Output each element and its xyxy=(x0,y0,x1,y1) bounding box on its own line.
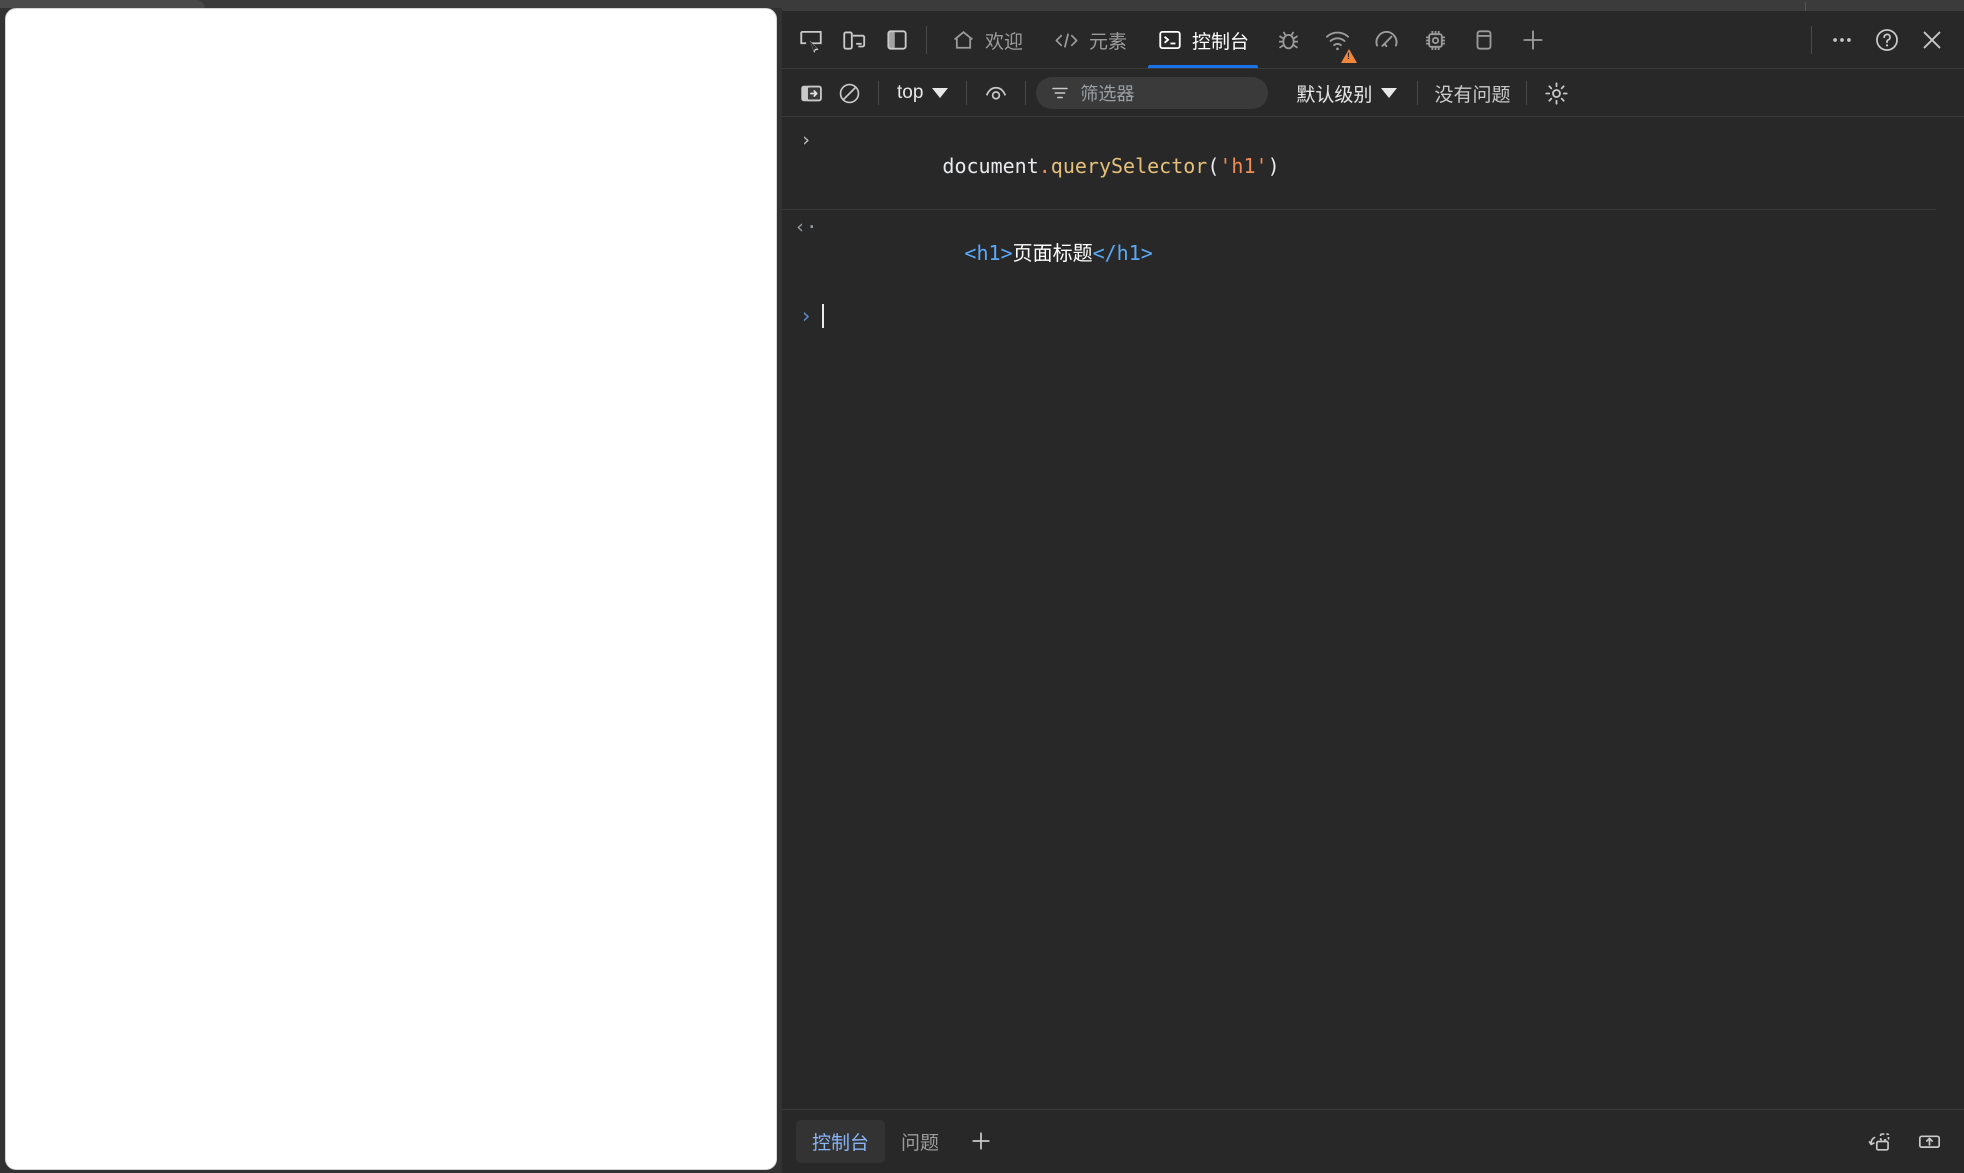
chevron-down-icon-level xyxy=(1381,88,1398,98)
execution-context-selector[interactable]: top xyxy=(889,78,956,108)
drawer-right-controls xyxy=(1858,1122,1950,1160)
token-close-paren: ) xyxy=(1267,154,1280,178)
settings-gear-icon[interactable] xyxy=(1537,76,1575,110)
code-brackets-icon xyxy=(1053,28,1080,53)
chevron-down-icon xyxy=(932,88,949,98)
devtools-tabs: 欢迎 元素 控制台 ! xyxy=(936,11,1558,69)
token-string: 'h1' xyxy=(1219,154,1268,178)
token-object: document xyxy=(942,154,1039,178)
console-prompt-row[interactable]: › xyxy=(782,297,1964,335)
toolbar-divider-4 xyxy=(1417,81,1419,105)
toolbar-divider-5 xyxy=(1526,81,1528,105)
console-input-row[interactable]: › document.querySelector('h1') xyxy=(782,123,1936,210)
token-open-tag: <h1> xyxy=(964,241,1013,265)
tabstrip-divider xyxy=(1805,2,1806,11)
console-filter-input[interactable]: 筛选器 xyxy=(1036,77,1269,109)
toolbar-divider-1 xyxy=(878,81,879,105)
devtools-left-controls xyxy=(782,11,917,69)
tab-welcome[interactable]: 欢迎 xyxy=(936,11,1038,69)
tab-performance[interactable] xyxy=(1362,11,1411,69)
header-divider-2 xyxy=(1811,26,1812,54)
chip-icon xyxy=(1422,27,1449,54)
console-input-text: document.querySelector('h1') xyxy=(822,127,1280,205)
bug-icon xyxy=(1275,27,1302,54)
tab-welcome-label: 欢迎 xyxy=(985,31,1024,53)
console-text-cursor xyxy=(822,304,824,328)
console-filter-placeholder: 筛选器 xyxy=(1080,84,1135,104)
tab-sources[interactable] xyxy=(1264,11,1313,69)
more-options-icon[interactable] xyxy=(1821,20,1862,61)
token-close-tag: </h1> xyxy=(1092,241,1153,265)
console-prompt-chevron: › xyxy=(799,304,813,328)
help-icon[interactable] xyxy=(1866,20,1907,61)
tab-console[interactable]: 控制台 xyxy=(1142,11,1264,69)
devtools-header: 欢迎 元素 控制台 ! xyxy=(782,11,1964,69)
restore-drawer-icon[interactable] xyxy=(1858,1122,1900,1160)
log-level-value: 默认级别 xyxy=(1296,84,1373,106)
toolbar-divider-3 xyxy=(1025,81,1027,105)
database-icon xyxy=(1471,27,1497,53)
console-output-row[interactable]: ‹· <h1>页面标题</h1> xyxy=(782,210,1936,297)
console-sidebar-toggle[interactable] xyxy=(792,76,830,110)
tab-console-label: 控制台 xyxy=(1192,31,1250,53)
filter-icon xyxy=(1050,83,1070,103)
network-warning-badge xyxy=(1341,49,1358,63)
home-icon xyxy=(951,28,976,53)
drawer-tab-console[interactable]: 控制台 xyxy=(796,1119,886,1163)
token-tag-content: 页面标题 xyxy=(1012,241,1093,265)
devtools-panel: 欢迎 元素 控制台 ! top 筛选器 默认级别 没有问题 › document… xyxy=(782,11,1964,1173)
tab-elements-label: 元素 xyxy=(1089,31,1128,53)
gauge-icon xyxy=(1373,27,1400,54)
drawer-tab-issues[interactable]: 问题 xyxy=(885,1120,955,1163)
token-method: querySelector xyxy=(1050,154,1208,178)
token-dot: . xyxy=(1038,154,1051,178)
tab-memory[interactable] xyxy=(1411,11,1460,69)
console-message-list[interactable]: › document.querySelector('h1') ‹· <h1>页面… xyxy=(782,117,1964,1109)
log-level-selector[interactable]: 默认级别 xyxy=(1286,76,1407,111)
tab-elements[interactable]: 元素 xyxy=(1038,11,1142,69)
toolbar-divider-2 xyxy=(966,81,968,105)
tab-application[interactable] xyxy=(1460,11,1508,69)
console-toolbar: top 筛选器 默认级别 没有问题 xyxy=(782,69,1964,117)
tab-network[interactable] xyxy=(1313,11,1362,69)
devtools-right-controls xyxy=(1821,11,1964,69)
console-output-text[interactable]: <h1>页面标题</h1> xyxy=(822,214,1153,292)
inspect-element-icon[interactable] xyxy=(790,20,831,61)
console-input-chevron: › xyxy=(800,129,812,151)
add-drawer-tab-icon[interactable] xyxy=(961,1123,1001,1159)
issues-status[interactable]: 没有问题 xyxy=(1428,77,1516,110)
token-open-paren: ( xyxy=(1207,154,1220,178)
page-viewport-area xyxy=(0,8,782,1173)
eye-icon[interactable] xyxy=(977,76,1015,110)
page-viewport[interactable] xyxy=(5,8,777,1170)
execution-context-value: top xyxy=(897,82,924,103)
terminal-icon xyxy=(1157,27,1183,53)
close-devtools-icon[interactable] xyxy=(1911,20,1952,61)
dock-side-icon[interactable] xyxy=(876,20,917,61)
header-spacer xyxy=(1558,11,1802,69)
browser-window: 欢迎 元素 控制台 ! top 筛选器 默认级别 没有问题 › document… xyxy=(0,0,1964,1173)
console-output-arrow: ‹· xyxy=(794,216,818,238)
header-divider-1 xyxy=(926,26,927,54)
more-tabs-icon[interactable] xyxy=(1508,11,1558,69)
plus-icon xyxy=(1519,26,1547,54)
devtools-drawer: 控制台 问题 xyxy=(782,1109,1964,1173)
dock-drawer-icon[interactable] xyxy=(1908,1122,1950,1160)
device-toolbar-icon[interactable] xyxy=(833,20,874,61)
clear-console-icon[interactable] xyxy=(830,76,868,110)
